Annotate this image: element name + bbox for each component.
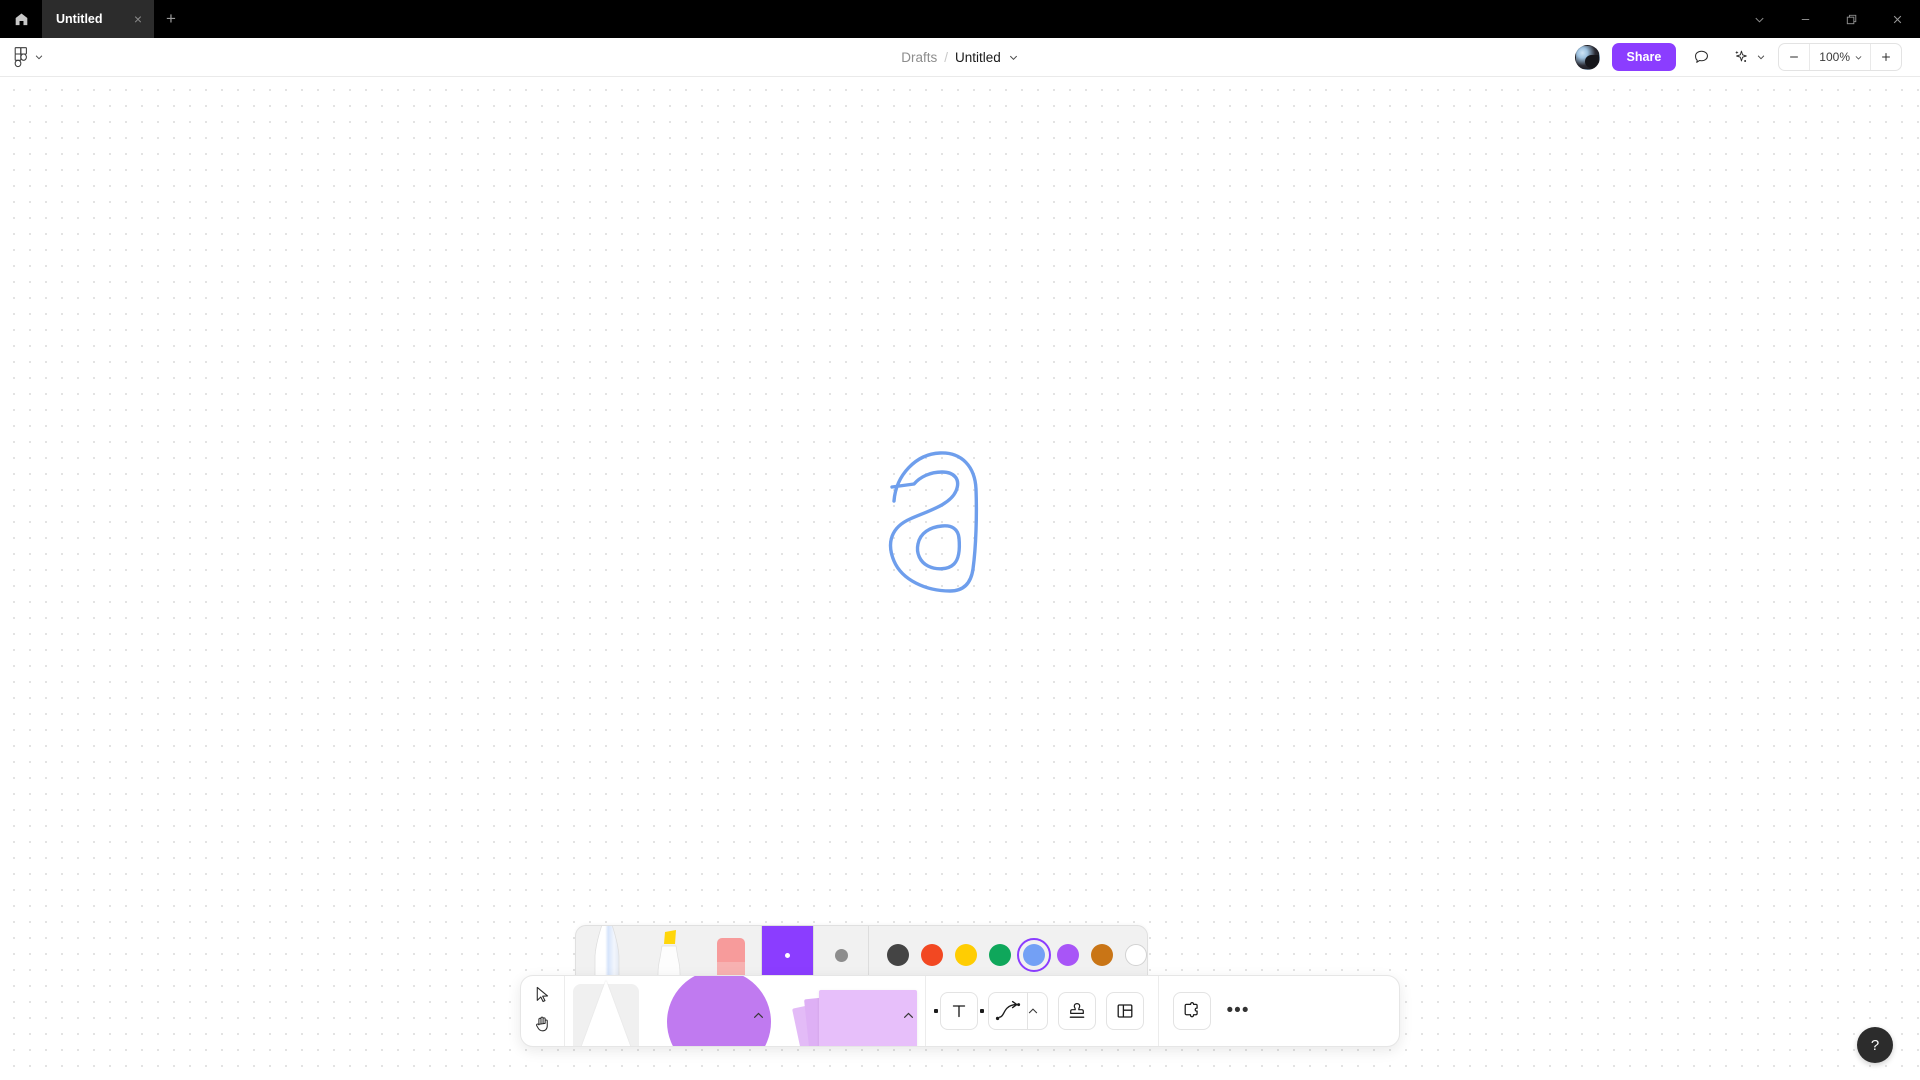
home-icon [15, 13, 27, 25]
help-button[interactable]: ? [1857, 1027, 1893, 1063]
color-green[interactable] [989, 944, 1011, 966]
ai-sparkle-icon[interactable] [1727, 44, 1754, 71]
minimize-icon[interactable] [1782, 0, 1828, 38]
home-button[interactable] [0, 0, 42, 38]
color-purple[interactable] [1057, 944, 1079, 966]
object-tool-group [926, 976, 1158, 1046]
text-tool[interactable] [934, 992, 984, 1030]
chevron-up-icon [1028, 1008, 1038, 1014]
handwritten-letter-a[interactable] [880, 447, 985, 602]
zoom-controls: 100% [1778, 43, 1902, 71]
header-actions: Share 100% [1574, 43, 1920, 71]
hand-tool[interactable] [533, 1014, 552, 1038]
pen-tip-icon [581, 980, 631, 1046]
sticky-note-tool[interactable] [775, 976, 925, 1046]
main-menu-button[interactable] [0, 46, 44, 68]
color-blue[interactable] [1017, 938, 1051, 972]
color-red[interactable] [921, 944, 943, 966]
zoom-level-dropdown[interactable]: 100% [1809, 44, 1871, 70]
chevron-up-icon[interactable] [752, 1009, 765, 1022]
color-yellow[interactable] [955, 944, 977, 966]
avatar[interactable] [1574, 44, 1600, 70]
main-toolbar: ••• [520, 975, 1400, 1047]
color-dark-gray[interactable] [887, 944, 909, 966]
new-tab-button[interactable]: + [154, 0, 188, 38]
zoom-level-value: 100% [1819, 50, 1850, 64]
cursor-tool-group [521, 976, 565, 1046]
ai-actions [1727, 44, 1766, 71]
color-indicator-dot [785, 952, 790, 958]
window-controls [1736, 0, 1920, 38]
chevron-down-icon[interactable] [1756, 52, 1766, 62]
connector-arrow-icon [995, 1000, 1021, 1021]
chevron-up-icon[interactable] [902, 1009, 915, 1022]
zoom-in-button[interactable] [1871, 44, 1901, 70]
chevron-down-icon[interactable] [1736, 0, 1782, 38]
breadcrumb-folder[interactable]: Drafts [901, 50, 937, 65]
connector-chevron[interactable] [1022, 993, 1044, 1029]
template-icon [1117, 1004, 1133, 1018]
color-orange[interactable] [1091, 944, 1113, 966]
figma-logo-icon [14, 46, 27, 67]
maximize-icon[interactable] [1828, 0, 1874, 38]
share-button[interactable]: Share [1611, 43, 1677, 71]
puzzle-piece-icon [1184, 1001, 1198, 1017]
widget-tool[interactable] [1173, 992, 1211, 1030]
connector-tool[interactable] [988, 992, 1048, 1030]
breadcrumb-separator: / [944, 49, 948, 65]
handle-dot-left [934, 1009, 938, 1013]
color-white[interactable] [1125, 944, 1147, 966]
handle-dot-right [980, 1009, 984, 1013]
more-options[interactable]: ••• [1221, 992, 1255, 1030]
draw-tool[interactable] [565, 976, 647, 1046]
stroke-size-dot [834, 948, 848, 962]
chevron-down-icon[interactable] [1008, 52, 1019, 63]
stamp-icon [1069, 1003, 1085, 1018]
stamp-tool[interactable] [1058, 992, 1096, 1030]
comment-bubble-icon[interactable] [1688, 44, 1715, 71]
tab-untitled[interactable]: Untitled × [42, 0, 154, 38]
chevron-down-icon [1855, 55, 1862, 60]
select-tool[interactable] [533, 985, 552, 1009]
extras-tool-group: ••• [1159, 976, 1269, 1046]
zoom-out-button[interactable] [1779, 44, 1809, 70]
chevron-down-icon [35, 55, 43, 60]
shape-tool[interactable] [647, 976, 775, 1046]
close-icon[interactable]: × [130, 12, 146, 26]
close-icon[interactable] [1874, 0, 1920, 38]
template-tool[interactable] [1106, 992, 1144, 1030]
page-title[interactable]: Untitled [955, 50, 1001, 65]
window-titlebar: Untitled × + [0, 0, 1920, 38]
tab-label: Untitled [56, 12, 103, 26]
app-header: Drafts / Untitled Share 100% [0, 38, 1920, 77]
text-icon [952, 1005, 966, 1018]
